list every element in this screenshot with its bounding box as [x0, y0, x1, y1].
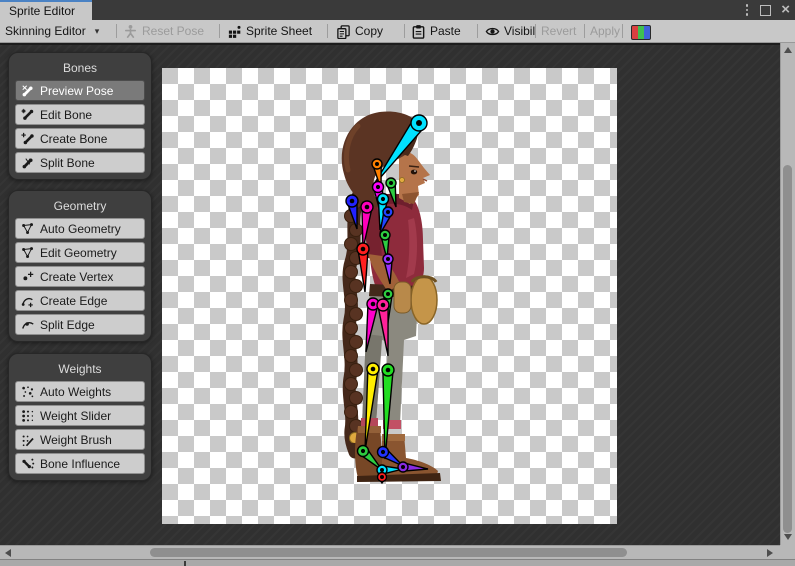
maximize-icon[interactable] — [760, 5, 771, 16]
toolbar-separator — [116, 24, 117, 38]
create-bone-icon — [21, 132, 35, 146]
scrollbar-corner — [780, 545, 795, 559]
edit-bone-button[interactable]: Edit Bone — [15, 104, 145, 125]
toolbar-separator — [584, 24, 585, 38]
create-edge-icon — [21, 294, 35, 308]
scroll-right-icon[interactable] — [767, 549, 773, 557]
panel-title: Geometry — [14, 196, 146, 218]
create-bone-button[interactable]: Create Bone — [15, 128, 145, 149]
paste-button[interactable]: Paste — [411, 20, 461, 42]
edit-bone-icon — [21, 108, 35, 122]
create-vertex-icon — [21, 270, 35, 284]
weight-brush-icon — [21, 433, 35, 447]
scroll-down-icon[interactable] — [784, 534, 792, 540]
apply-button: Apply — [590, 20, 620, 42]
toolbar-separator — [327, 24, 328, 38]
panel-button-label: Split Edge — [40, 318, 95, 332]
revert-button: Revert — [541, 20, 576, 42]
bone-influence-button[interactable]: Bone Influence — [15, 453, 145, 474]
toolbar-button-label: Apply — [590, 24, 620, 38]
mode-dropdown-label: Skinning Editor — [5, 24, 86, 38]
bone-influence-icon — [21, 457, 35, 471]
panel-button-label: Edit Geometry — [40, 246, 117, 260]
window-bottom-edge — [0, 559, 795, 566]
weight-brush-button[interactable]: Weight Brush — [15, 429, 145, 450]
split-bone-button[interactable]: Split Bone — [15, 152, 145, 173]
sprite-sheet-icon — [227, 24, 242, 39]
scroll-up-icon[interactable] — [784, 47, 792, 53]
tab-sprite-editor[interactable]: Sprite Editor — [0, 0, 92, 20]
horizontal-scrollbar[interactable] — [0, 545, 780, 559]
auto-weights-icon — [21, 385, 35, 399]
geometry-icon — [21, 222, 35, 236]
sprite-artboard[interactable] — [162, 68, 617, 524]
panel-button-label: Auto Weights — [40, 385, 111, 399]
scroll-left-icon[interactable] — [5, 549, 11, 557]
preview-pose-button[interactable]: Preview Pose — [15, 80, 145, 101]
toolbar-button-label: Visibil — [504, 24, 535, 38]
auto-geometry-button[interactable]: Auto Geometry — [15, 218, 145, 239]
toolbar-button-label: Revert — [541, 24, 576, 38]
eye-icon — [485, 24, 500, 39]
toolbar-button-label: Sprite Sheet — [246, 24, 312, 38]
create-edge-button[interactable]: Create Edge — [15, 290, 145, 311]
create-vertex-button[interactable]: Create Vertex — [15, 266, 145, 287]
panel-button-label: Create Bone — [40, 132, 107, 146]
panel-button-label: Weight Brush — [40, 433, 112, 447]
chevron-down-icon: ▾ — [95, 26, 100, 37]
visibility-button[interactable]: Visibil — [485, 20, 535, 42]
weight-slider-button[interactable]: Weight Slider — [15, 405, 145, 426]
window-menu-icon[interactable] — [744, 2, 751, 18]
toolbar-separator — [404, 24, 405, 38]
panel-title: Bones — [14, 58, 146, 80]
panel-button-label: Create Vertex — [40, 270, 113, 284]
split-edge-button[interactable]: Split Edge — [15, 314, 145, 335]
resize-notch — [184, 561, 186, 566]
tab-bar: Sprite Editor × — [0, 0, 795, 20]
reset-pose-button: Reset Pose — [123, 20, 204, 42]
toolbar-button-label: Reset Pose — [142, 24, 204, 38]
preview-pose-icon — [21, 84, 35, 98]
toolbar-separator — [535, 24, 536, 38]
weight-slider-icon — [21, 409, 35, 423]
mode-dropdown[interactable]: Skinning Editor ▾ — [5, 20, 99, 42]
vertical-scrollbar-thumb[interactable] — [783, 165, 792, 533]
horizontal-scrollbar-thumb[interactable] — [150, 548, 627, 557]
copy-icon — [336, 24, 351, 39]
vertical-scrollbar[interactable] — [780, 43, 795, 545]
edit-geometry-button[interactable]: Edit Geometry — [15, 242, 145, 263]
sprite-view — [162, 68, 617, 524]
panel-geometry: Geometry Auto Geometry Edit Geometry Create… — [8, 190, 152, 342]
close-icon[interactable]: × — [781, 5, 790, 15]
panel-button-label: Weight Slider — [40, 409, 111, 423]
panel-button-label: Preview Pose — [40, 84, 113, 98]
panel-button-label: Bone Influence — [40, 457, 120, 471]
panel-button-label: Edit Bone — [40, 108, 92, 122]
panel-button-label: Split Bone — [40, 156, 95, 170]
toolbar-button-label: Copy — [355, 24, 383, 38]
toolbar-separator — [477, 24, 478, 38]
geometry-icon — [21, 246, 35, 260]
paste-icon — [411, 24, 426, 39]
color-swatch-icon[interactable] — [631, 25, 651, 40]
auto-weights-button[interactable]: Auto Weights — [15, 381, 145, 402]
panel-bones: Bones Preview Pose Edit Bone Create Bone Spl… — [8, 52, 152, 180]
panel-button-label: Create Edge — [40, 294, 107, 308]
panel-weights: Weights Auto Weights Weight Slider Weight B… — [8, 353, 152, 481]
toolbar-separator — [219, 24, 220, 38]
panel-button-label: Auto Geometry — [40, 222, 121, 236]
sprite-sheet-button[interactable]: Sprite Sheet — [227, 20, 312, 42]
toolbar-button-label: Paste — [430, 24, 461, 38]
panel-title: Weights — [14, 359, 146, 381]
split-bone-icon — [21, 156, 35, 170]
reset-pose-icon — [123, 24, 138, 39]
copy-button[interactable]: Copy — [336, 20, 383, 42]
split-edge-icon — [21, 318, 35, 332]
tab-title: Sprite Editor — [9, 4, 75, 18]
toolbar: Skinning Editor ▾ Reset Pose Sprite Sheet… — [0, 20, 795, 43]
toolbar-separator — [622, 24, 623, 38]
